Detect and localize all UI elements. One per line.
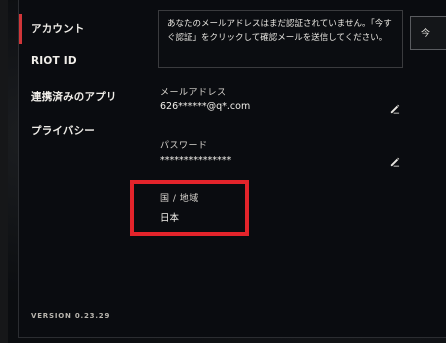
sidebar-item-connected-apps[interactable]: 連携済みのアプリ [31, 89, 117, 104]
verification-notice: あなたのメールアドレスはまだ認証されていません。「今すぐ認証」をクリックして確認… [158, 10, 403, 68]
highlight-box [130, 180, 249, 236]
pencil-icon[interactable] [389, 156, 400, 167]
password-label: パスワード [160, 141, 208, 151]
email-value: 626******@q*.com [160, 101, 251, 112]
active-nav-indicator [19, 14, 22, 44]
verify-now-button-label: 今 [421, 29, 431, 39]
verification-notice-text: あなたのメールアドレスはまだ認証されていません。「今すぐ認証」をクリックして確認… [167, 19, 392, 43]
email-label: メールアドレス [160, 88, 227, 98]
password-value: *************** [160, 155, 232, 166]
version-label: VERSION 0.23.29 [31, 312, 111, 320]
sidebar-item-account[interactable]: アカウント [31, 21, 85, 36]
window-edge [0, 0, 8, 343]
pencil-icon[interactable] [389, 103, 400, 114]
sidebar-item-privacy[interactable]: プライバシー [31, 123, 95, 138]
verify-now-button[interactable]: 今 [410, 16, 446, 50]
sidebar-item-riot-id[interactable]: RIOT ID [31, 55, 77, 67]
